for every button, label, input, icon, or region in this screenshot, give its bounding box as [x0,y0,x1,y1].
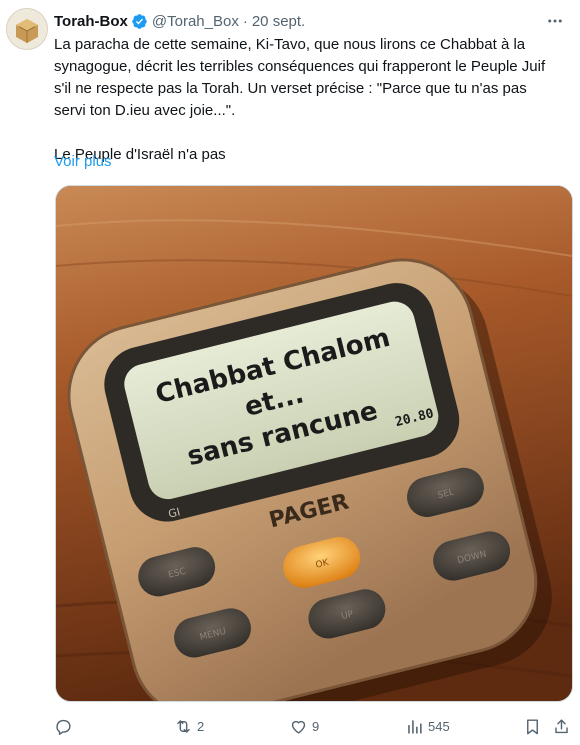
tweet-header: Torah-Box @Torah_Box · 20 sept. [54,10,560,32]
reply-button[interactable] [54,717,77,736]
share-button[interactable] [552,717,571,736]
retweet-button[interactable]: 2 [174,717,204,736]
bookmark-icon [527,718,538,734]
tweet-text: La paracha de cette semaine, Ki-Tavo, qu… [54,34,559,166]
tweet-date[interactable]: 20 sept. [252,13,305,30]
retweet-icon [177,719,190,733]
tweet: Torah-Box @Torah_Box · 20 sept. La parac… [0,0,580,745]
header-separator: · [242,12,248,30]
heart-icon [291,720,306,734]
avatar[interactable] [6,8,48,50]
views-count: 545 [428,718,450,734]
torah-box-logo [7,9,47,49]
tweet-text-paragraph-1: La paracha de cette semaine, Ki-Tavo, qu… [54,36,546,119]
tweet-media-image[interactable]: Chabbat Chalom et... sans rancune 20.80 … [55,185,573,702]
more-options-button[interactable] [544,10,566,32]
pager-illustration: Chabbat Chalom et... sans rancune 20.80 … [56,186,572,701]
share-icon [555,718,568,733]
views-chart-icon [408,719,422,734]
like-button[interactable]: 9 [289,717,319,736]
reply-icon [56,719,71,735]
bookmark-button[interactable] [523,717,542,736]
author-handle[interactable]: @Torah_Box [152,13,239,30]
tweet-action-bar: 2 9 545 [54,713,570,739]
author-name[interactable]: Torah-Box [54,13,128,30]
see-more-link[interactable]: Voir plus [54,151,112,173]
verified-badge-icon [132,13,147,29]
views-button[interactable]: 545 [405,717,450,736]
more-options-icon [548,19,562,23]
like-count: 9 [312,718,320,734]
retweet-count: 2 [197,718,205,734]
